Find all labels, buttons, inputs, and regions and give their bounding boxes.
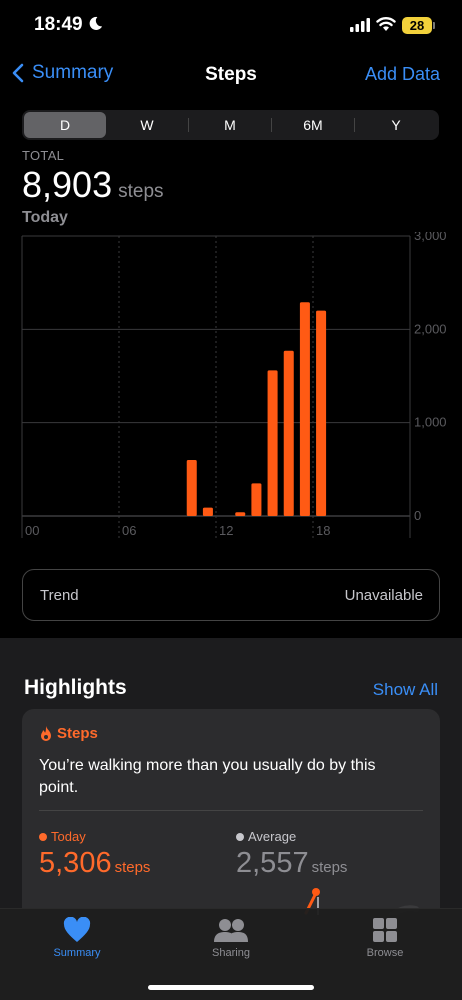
trend-value: Unavailable bbox=[344, 587, 423, 604]
chart-y-tick-label: 2,000 bbox=[414, 321, 447, 336]
navigation-bar: Summary Steps Add Data bbox=[0, 52, 462, 98]
total-steps-value: 8,903 bbox=[22, 164, 113, 205]
highlights-title: Highlights bbox=[24, 676, 127, 699]
tab-browse[interactable]: Browse bbox=[330, 917, 440, 959]
segment-week[interactable]: W bbox=[106, 112, 188, 138]
battery-indicator: 28 bbox=[402, 17, 432, 34]
tab-summary[interactable]: Summary bbox=[22, 917, 132, 959]
total-steps: 8,903 steps bbox=[22, 164, 164, 206]
chart-bar bbox=[186, 460, 197, 516]
chart-x-tick-label: 12 bbox=[219, 523, 233, 538]
today-label-text: Today bbox=[51, 829, 86, 844]
chart-bar bbox=[251, 483, 262, 516]
average-label-text: Average bbox=[248, 829, 297, 844]
chart-x-tick-label: 18 bbox=[316, 523, 330, 538]
show-all-link[interactable]: Show All bbox=[373, 680, 438, 700]
chart-bar bbox=[283, 350, 294, 516]
segment-six-months[interactable]: 6M bbox=[272, 112, 354, 138]
tab-browse-label: Browse bbox=[366, 947, 404, 959]
steps-chart[interactable]: 3,000 2,000 1,000 0 00 06 12 18 bbox=[0, 232, 462, 542]
chart-x-tick-label: 06 bbox=[122, 523, 136, 538]
moon-icon bbox=[89, 16, 103, 30]
battery-tip bbox=[433, 22, 435, 29]
average-label: Average bbox=[236, 829, 296, 844]
chart-y-tick-label: 3,000 bbox=[414, 232, 447, 243]
steps-chart-svg: 3,0002,0001,000000 06 12 18 bbox=[21, 232, 447, 538]
add-data-button[interactable]: Add Data bbox=[365, 64, 440, 85]
flame-icon bbox=[41, 725, 51, 741]
home-indicator bbox=[148, 985, 314, 990]
average-steps-value: 2,557 bbox=[236, 847, 309, 879]
total-period: Today bbox=[22, 209, 68, 226]
total-label: TOTAL bbox=[22, 148, 65, 163]
total-steps-unit: steps bbox=[118, 181, 164, 202]
chart-bar bbox=[316, 310, 327, 516]
steps-panel: D W M 6M Y TOTAL 8,903 steps Today 3,000 2… bbox=[0, 98, 462, 638]
chart-bar bbox=[202, 507, 213, 516]
chart-bar bbox=[235, 512, 246, 516]
average-steps: 2,557 steps bbox=[236, 847, 347, 880]
average-steps-unit: steps bbox=[311, 859, 348, 876]
segment-month[interactable]: M bbox=[189, 112, 271, 138]
tab-sharing-label: Sharing bbox=[212, 947, 250, 959]
chart-x-tick-label: 00 bbox=[25, 523, 39, 538]
segment-day[interactable]: D bbox=[24, 112, 106, 138]
period-segmented-control: D W M 6M Y bbox=[22, 110, 439, 140]
chart-y-tick-label: 1,000 bbox=[414, 415, 447, 430]
highlight-category: Steps bbox=[39, 725, 98, 742]
today-steps-unit: steps bbox=[114, 859, 151, 876]
grid-icon bbox=[373, 918, 397, 942]
today-label: Today bbox=[39, 829, 86, 844]
card-divider bbox=[39, 810, 423, 811]
wifi-icon bbox=[376, 17, 396, 31]
heart-icon bbox=[63, 917, 91, 942]
trend-label: Trend bbox=[40, 587, 79, 604]
highlight-message: You’re walking more than you usually do … bbox=[39, 757, 376, 796]
tab-summary-label: Summary bbox=[53, 947, 101, 959]
segment-year[interactable]: Y bbox=[355, 112, 437, 138]
today-dot bbox=[39, 832, 47, 841]
chart-bar bbox=[267, 370, 278, 516]
tab-sharing[interactable]: Sharing bbox=[176, 917, 286, 959]
highlight-category-label: Steps bbox=[57, 725, 98, 742]
people-icon bbox=[214, 919, 248, 942]
status-bar: 18:49 28 bbox=[0, 0, 462, 52]
cellular-signal-icon bbox=[350, 18, 370, 32]
today-steps-value: 5,306 bbox=[39, 847, 112, 879]
chart-y-tick-label: 0 bbox=[414, 508, 421, 523]
chart-bar bbox=[299, 302, 310, 516]
today-steps: 5,306 steps bbox=[39, 847, 150, 880]
average-dot bbox=[236, 832, 244, 841]
status-time: 18:49 bbox=[34, 14, 83, 35]
trend-row[interactable]: Trend Unavailable bbox=[22, 569, 440, 621]
